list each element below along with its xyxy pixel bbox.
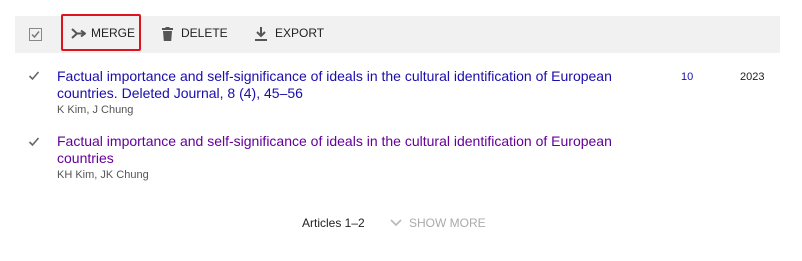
article-title-line: Factual importance and self-significance… xyxy=(57,68,612,84)
select-all-checkbox[interactable] xyxy=(29,28,42,41)
article-title-line: Factual importance and self-significance… xyxy=(57,133,612,149)
trash-icon xyxy=(162,27,173,41)
delete-label: DELETE xyxy=(181,26,228,40)
article-title-line: countries. Deleted Journal, 8 (4), 45–56 xyxy=(57,85,303,101)
article-authors: K Kim, J Chung xyxy=(57,104,134,116)
merge-label: MERGE xyxy=(91,26,136,40)
download-icon xyxy=(255,27,267,41)
article-title-link[interactable]: Factual importance and self-significance… xyxy=(57,133,647,167)
article-title-line: countries xyxy=(57,150,114,166)
publication-year: 2023 xyxy=(740,71,765,83)
merge-icon xyxy=(71,28,86,39)
article-checkbox[interactable] xyxy=(28,70,40,82)
article-title-link[interactable]: Factual importance and self-significance… xyxy=(57,68,647,102)
export-label: EXPORT xyxy=(275,26,325,40)
show-more-label: SHOW MORE xyxy=(409,216,486,230)
merge-button[interactable]: MERGE xyxy=(61,14,141,51)
chevron-down-icon xyxy=(390,219,402,227)
article-checkbox[interactable] xyxy=(28,136,40,148)
cited-by-count[interactable]: 10 xyxy=(681,71,693,83)
toolbar: MERGE DELETE EXPORT xyxy=(15,14,780,53)
article-authors: KH Kim, JK Chung xyxy=(57,169,149,181)
delete-button[interactable]: DELETE xyxy=(162,26,232,44)
articles-range: Articles 1–2 xyxy=(302,216,365,230)
export-button[interactable]: EXPORT xyxy=(255,26,335,44)
